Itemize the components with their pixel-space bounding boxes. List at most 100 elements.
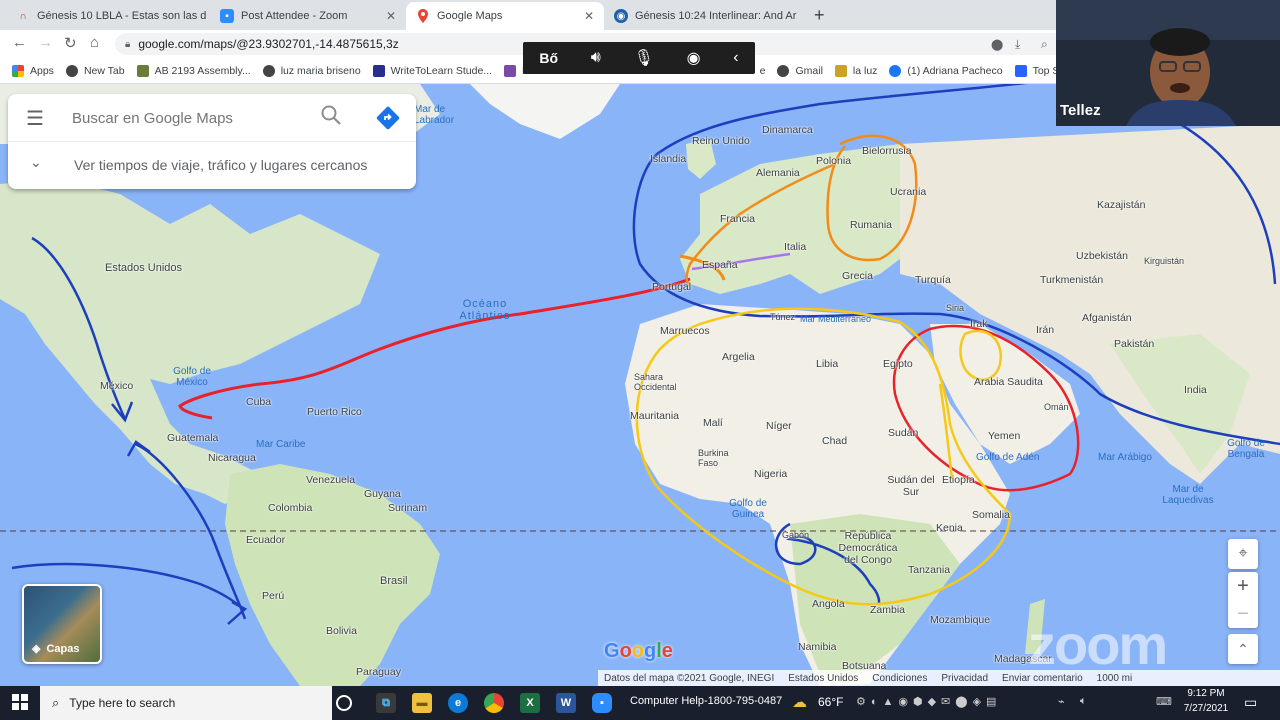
label-dinamarca: Dinamarca [762,124,813,136]
label-yemen: Yemen [988,430,1021,442]
broadcast-icon[interactable]: ◉ [687,48,701,68]
volume-icon[interactable]: 🔈︎ [1080,695,1087,708]
back-icon[interactable]: ← [12,34,27,51]
tab-google-maps[interactable]: Google Maps ✕ [406,2,604,30]
file-explorer-icon[interactable]: ▬ [412,693,432,713]
bookmark-e[interactable]: e [760,65,766,77]
chevron-left-icon[interactable]: ‹ [733,49,738,67]
chevron-down-icon[interactable]: ⌄ [30,154,42,171]
zoom-out-button[interactable]: − [1237,600,1249,628]
bookmark-ab2193[interactable]: AB 2193 Assembly... [136,64,251,77]
label-chad: Chad [822,435,848,447]
keyboard-icon[interactable]: ⌨ [1156,695,1172,708]
nearby-row[interactable]: ⌄ Ver tiempos de viaje, tráfico y lugare… [8,142,416,189]
label-iran: Irán [1036,324,1055,336]
label-golfo-aden: Golfo de Adén [976,452,1040,463]
layers-button[interactable]: ◈ Capas [22,584,102,664]
taskbar-search[interactable]: ⌕ Type here to search [40,686,332,720]
zoom-app-icon[interactable]: ▪ [592,693,612,713]
privacy-link[interactable]: Privacidad [941,673,988,684]
writetolearn-icon [372,64,385,77]
notification-icon[interactable]: ▭ [1244,694,1257,711]
zoom-video-tile[interactable]: Tellez [1056,0,1280,126]
label-rd-congo: República Democrática del Congo [838,530,898,566]
terms-link[interactable]: Condiciones [872,673,927,684]
excel-icon[interactable]: X [520,693,540,713]
label-ucrania: Ucrania [890,186,927,198]
temperature-text[interactable]: 66°F [818,695,843,709]
zoom-help-text[interactable]: Computer Help-1800-795-0487 [630,695,782,707]
close-icon[interactable]: ✕ [578,9,594,23]
bookmark-writetolearn[interactable]: WriteToLearn Stude... [372,64,492,77]
bookmark-luz-maria[interactable]: luz maria briseno [262,64,361,77]
clock-time[interactable]: 9:12 PM [1182,688,1230,699]
tab-label: Génesis 10 LBLA - Estas son las d [37,10,206,22]
label-golfo-mexico: Golfo de México [173,366,211,388]
chrome-icon[interactable] [484,693,504,713]
bookmark-facebook[interactable]: (1) Adriana Pacheco [889,64,1003,77]
close-icon[interactable]: ✕ [380,9,396,23]
forward-icon[interactable]: → [38,34,53,51]
label-irak: Irak [970,318,988,330]
search-row: ☰ [8,94,416,142]
windows-start-icon[interactable] [12,694,28,713]
menu-icon[interactable]: ☰ [26,106,44,131]
lock-icon: 🔒︎ [125,38,131,50]
location-icon[interactable]: ⬤ [991,38,1003,51]
close-icon[interactable]: ✕ [796,9,804,23]
microphone-icon[interactable]: 🎙︎ [634,48,654,68]
label-italia: Italia [784,241,807,253]
word-icon[interactable]: W [556,693,576,713]
bookmark-gmail[interactable]: Gmail [777,64,823,77]
label-espana: España [702,259,738,271]
speaker-icon[interactable]: 🔊︎ [591,49,601,67]
label-brasil: Brasil [380,575,408,587]
media-control-bar: Bő 🔊︎ 🎙︎ ◉ ‹ [523,42,755,74]
search-input[interactable] [70,106,310,130]
edge-icon[interactable]: e [448,693,468,713]
label-guyana: Guyana [364,488,401,500]
network-icon[interactable]: ⌁ [1058,695,1065,708]
tab-zoom[interactable]: ▪ Post Attendee - Zoom ✕ [210,2,406,30]
region-link[interactable]: Estados Unidos [788,673,858,684]
expand-button[interactable]: ⌃ [1228,634,1258,664]
tray-icons[interactable]: ⚙◐▲◉⬢◆✉⬤◈▤ [856,695,1001,708]
feedback-link[interactable]: Enviar comentario [1002,673,1083,684]
cortana-icon[interactable] [336,695,352,711]
label-francia: Francia [720,213,756,225]
tab-genesis-interlinear[interactable]: ◉ Génesis 10:24 Interlinear: And Ar ✕ [604,2,804,30]
label-tanzania: Tanzania [908,564,951,576]
windows-taskbar: ⌕ Type here to search ⧉ ▬ e X W ▪ Comput… [0,686,1280,720]
weather-icon[interactable]: ☁︎ [792,693,807,711]
label-grecia: Grecia [842,270,873,282]
reload-icon[interactable]: ↻ [64,34,77,52]
bookmark-la-luz[interactable]: la luz [834,64,877,77]
clock-date[interactable]: 7/27/2021 [1180,703,1232,714]
label-kenia: Kenia [936,522,963,534]
crosshair-icon: ⌖ [1238,545,1248,562]
address-text: google.com/maps/@23.9302701,-14.4875615,… [138,37,399,51]
label-somalia: Somalia [972,509,1010,521]
tab-label: Génesis 10:24 Interlinear: And Ar [635,10,797,22]
bookmark-apps[interactable]: Apps [12,64,54,77]
new-tab-button[interactable]: + [814,5,825,26]
install-icon[interactable]: ⤓ [1015,37,1020,52]
taskview-icon[interactable]: ⧉ [376,693,396,713]
bookmark-new-tab[interactable]: New Tab [65,64,125,77]
my-location-button[interactable]: ⌖ [1228,539,1258,569]
attribution-bar: Datos del mapa ©2021 Google, INEGI Estad… [598,670,1280,686]
home-icon[interactable]: ⌂ [90,34,99,51]
label-ecuador: Ecuador [246,534,286,546]
map-canvas[interactable]: Estados Unidos México Cuba Puerto Rico G… [0,84,1280,686]
label-oceano-atlantico: Océano Atlántico [459,298,511,322]
label-bolivia: Bolivia [326,625,357,637]
zoom-icon[interactable]: ⌕ [1041,37,1048,52]
zoom-in-button[interactable]: + [1237,572,1249,600]
bo-icon[interactable]: Bő [539,50,558,66]
label-alemania: Alemania [756,167,800,179]
label-turkmenistan: Turkmenistán [1040,274,1104,286]
label-libia: Libia [816,358,839,370]
bookmark-icon [834,64,847,77]
tab-genesis-lbla[interactable]: ∩ Génesis 10 LBLA - Estas son las d ✕ [6,2,206,30]
globe-icon [65,64,78,77]
